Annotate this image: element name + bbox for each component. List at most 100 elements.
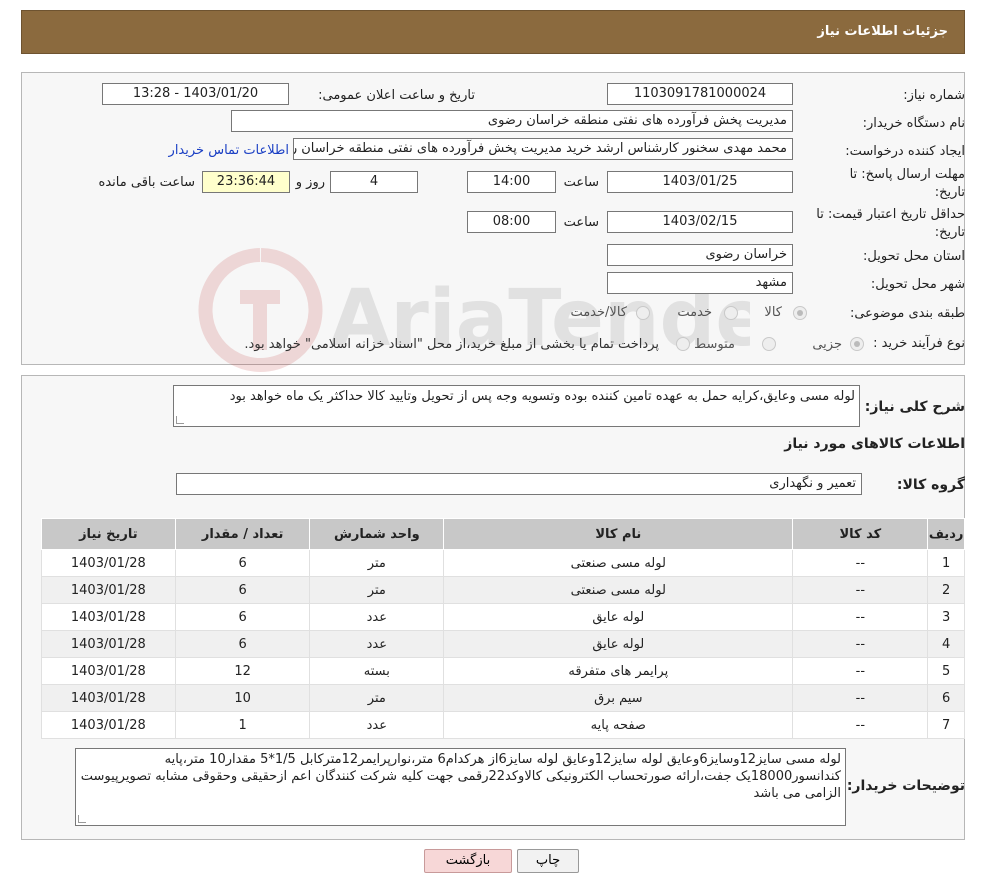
deadline-date-field[interactable]: 1403/01/25 [607, 171, 793, 193]
table-row[interactable]: 2 -- لوله مسی صنعتی متر 6 1403/01/28 [41, 576, 965, 604]
col-header-unit: واحد شمارش [309, 518, 445, 550]
province-label: استان محل تحویل: [863, 249, 965, 264]
deadline-time-label: ساعت [563, 175, 599, 190]
table-row[interactable]: 5 -- پرایمر های متفرقه بسته 12 1403/01/2… [41, 657, 965, 685]
cell-qty: 6 [174, 576, 311, 604]
creator-field[interactable]: محمد مهدی سخنور کارشناس ارشد خرید مدیریت… [293, 138, 793, 160]
summary-text: لوله مسی وعایق،کرایه حمل به عهده تامین ک… [229, 389, 855, 404]
cell-qty: 6 [174, 603, 311, 631]
goods-group-field[interactable]: تعمیر و نگهداری [176, 473, 862, 495]
cell-date: 1403/01/28 [41, 711, 176, 739]
province-field[interactable]: خراسان رضوی [607, 244, 793, 266]
process-option-medium: متوسط [694, 337, 735, 352]
cell-row: 1 [927, 549, 965, 577]
creator-label: ایجاد کننده درخواست: [845, 144, 965, 159]
cell-date: 1403/01/28 [41, 684, 176, 712]
cell-name: لوله عایق [443, 603, 794, 631]
cell-name: صفحه پایه [443, 711, 794, 739]
cell-qty: 1 [174, 711, 311, 739]
category-option-service: خدمت [677, 305, 712, 320]
validity-time-field[interactable]: 08:00 [467, 211, 556, 233]
need-number-label: شماره نیاز: [903, 88, 965, 103]
category-option-goods: کالا [764, 305, 782, 320]
cell-unit: متر [309, 684, 445, 712]
cell-date: 1403/01/28 [41, 630, 176, 658]
cell-name: پرایمر های متفرقه [443, 657, 794, 685]
cell-name: لوله مسی صنعتی [443, 576, 794, 604]
col-header-row: ردیف [927, 518, 965, 550]
table-row[interactable]: 3 -- لوله عایق عدد 6 1403/01/28 [41, 603, 965, 631]
category-radio-goods[interactable] [793, 306, 807, 320]
resize-handle[interactable] [78, 815, 86, 823]
print-button[interactable]: چاپ [517, 849, 579, 873]
cell-code: -- [792, 630, 929, 658]
cell-unit: بسته [309, 657, 445, 685]
cell-date: 1403/01/28 [41, 603, 176, 631]
validity-label-line2: تاریخ: [934, 225, 965, 240]
validity-date-field[interactable]: 1403/02/15 [607, 211, 793, 233]
page-title: جزئیات اطلاعات نیاز [817, 24, 948, 39]
table-row[interactable]: 6 -- سیم برق متر 10 1403/01/28 [41, 684, 965, 712]
cell-row: 3 [927, 603, 965, 631]
cell-date: 1403/01/28 [41, 549, 176, 577]
process-radio-medium[interactable] [762, 337, 776, 351]
summary-textarea[interactable]: لوله مسی وعایق،کرایه حمل به عهده تامین ک… [173, 385, 860, 427]
deadline-label-line1: مهلت ارسال پاسخ: تا [849, 167, 965, 182]
cell-qty: 6 [174, 630, 311, 658]
category-option-both: کالا/خدمت [570, 305, 627, 320]
cell-row: 5 [927, 657, 965, 685]
cell-unit: عدد [309, 603, 445, 631]
col-header-date: تاریخ نیاز [41, 518, 176, 550]
cell-row: 7 [927, 711, 965, 739]
buyer-notes-text: لوله مسی سایز12وسایز6وعایق لوله سایز12وع… [80, 752, 841, 801]
cell-name: لوله مسی صنعتی [443, 549, 794, 577]
cell-unit: عدد [309, 711, 445, 739]
cell-code: -- [792, 603, 929, 631]
process-radio-treasury[interactable] [676, 337, 690, 351]
table-header-row: ردیف کد کالا نام کالا واحد شمارش تعداد /… [41, 518, 965, 550]
category-radio-service[interactable] [724, 306, 738, 320]
cell-row: 6 [927, 684, 965, 712]
cell-qty: 12 [174, 657, 311, 685]
need-number-field[interactable]: 1103091781000024 [607, 83, 793, 105]
validity-label: حداقل تاریخ اعتبار قیمت: تا تاریخ: [816, 206, 965, 242]
city-label: شهر محل تحویل: [870, 277, 965, 292]
page-header: جزئیات اطلاعات نیاز [21, 10, 965, 54]
goods-section-title: اطلاعات کالاهای مورد نیاز [784, 436, 965, 452]
category-radio-both[interactable] [636, 306, 650, 320]
deadline-label: مهلت ارسال پاسخ: تا تاریخ: [850, 166, 965, 202]
table-row[interactable]: 1 -- لوله مسی صنعتی متر 6 1403/01/28 [41, 549, 965, 577]
city-field[interactable]: مشهد [607, 272, 793, 294]
process-treasury-note: پرداخت تمام یا بخشی از مبلغ خرید،از محل … [244, 337, 659, 352]
back-button[interactable]: بازگشت [424, 849, 512, 873]
buyer-notes-label: توضیحات خریدار: [846, 778, 965, 794]
deadline-time-field[interactable]: 14:00 [467, 171, 556, 193]
cell-code: -- [792, 576, 929, 604]
category-label: طبقه بندی موضوعی: [849, 306, 965, 321]
buyer-org-label: نام دستگاه خریدار: [862, 116, 965, 131]
days-field[interactable]: 4 [330, 171, 418, 193]
validity-label-line1: حداقل تاریخ اعتبار قیمت: تا [816, 207, 965, 222]
col-header-qty: تعداد / مقدار [174, 518, 311, 550]
cell-unit: متر [309, 549, 445, 577]
process-radio-minor[interactable] [850, 337, 864, 351]
validity-time-label: ساعت [563, 215, 599, 230]
process-option-minor: جزیی [812, 337, 842, 352]
cell-qty: 6 [174, 549, 311, 577]
buyer-notes-textarea[interactable]: لوله مسی سایز12وسایز6وعایق لوله سایز12وع… [75, 748, 846, 826]
cell-row: 4 [927, 630, 965, 658]
summary-label: شرح کلی نیاز: [864, 399, 965, 415]
announce-field[interactable]: 1403/01/20 - 13:28 [102, 83, 289, 105]
items-table: ردیف کد کالا نام کالا واحد شمارش تعداد /… [41, 518, 965, 739]
buyer-contact-link[interactable]: اطلاعات تماس خریدار [169, 143, 289, 158]
process-label: نوع فرآیند خرید : [873, 336, 965, 351]
table-row[interactable]: 7 -- صفحه پایه عدد 1 1403/01/28 [41, 711, 965, 739]
buyer-org-field[interactable]: مدیریت پخش فرآورده های نفتی منطقه خراسان… [231, 110, 793, 132]
cell-code: -- [792, 684, 929, 712]
resize-handle[interactable] [176, 416, 184, 424]
cell-date: 1403/01/28 [41, 576, 176, 604]
announce-label: تاریخ و ساعت اعلان عمومی: [318, 88, 475, 103]
cell-unit: عدد [309, 630, 445, 658]
table-row[interactable]: 4 -- لوله عایق عدد 6 1403/01/28 [41, 630, 965, 658]
cell-code: -- [792, 657, 929, 685]
